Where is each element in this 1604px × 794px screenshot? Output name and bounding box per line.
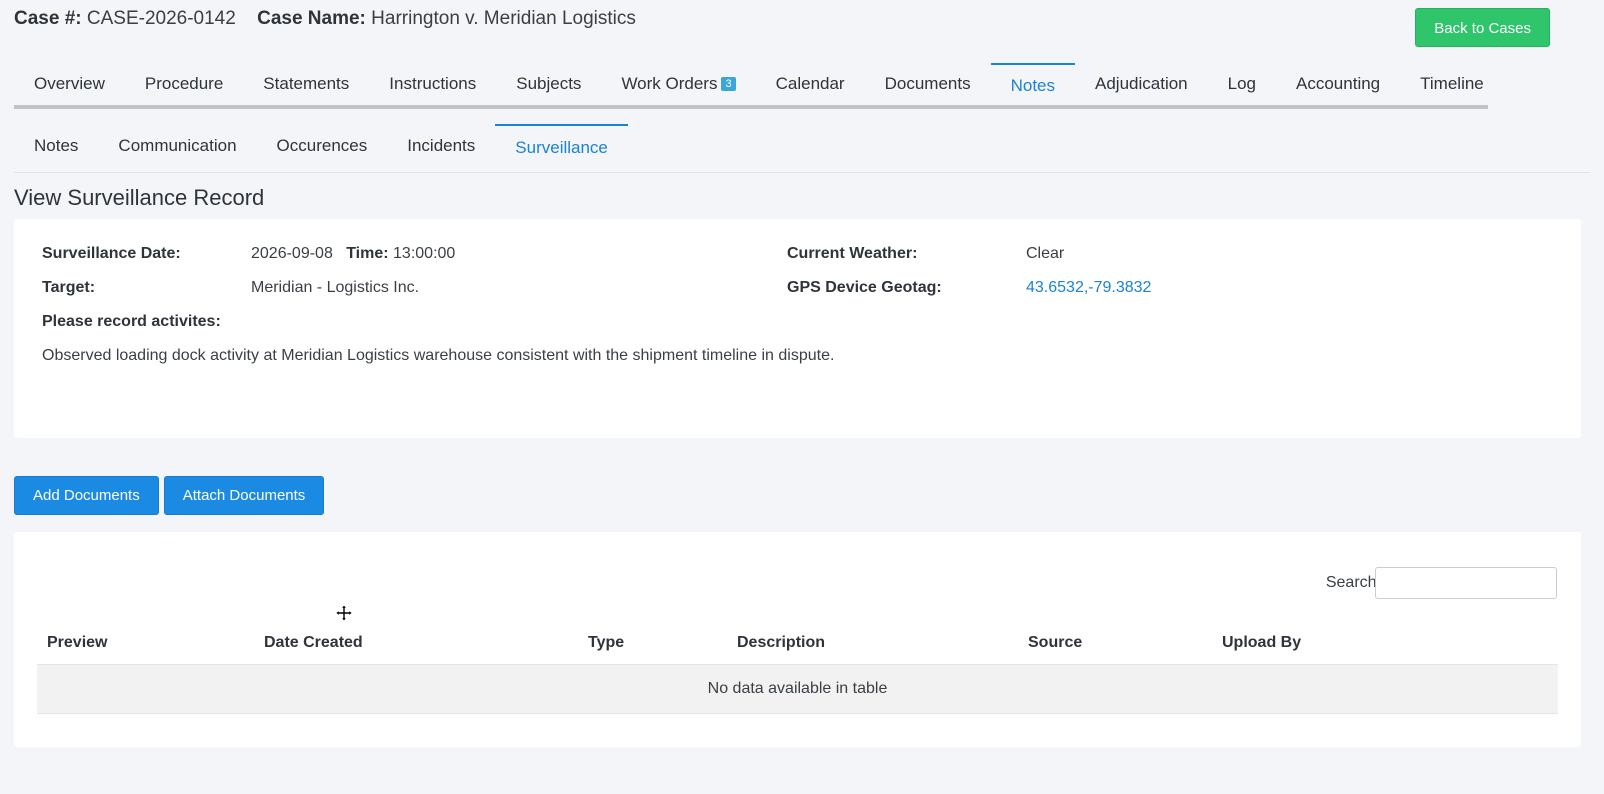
documents-table-card: Search: Preview Date Created Type Descri… bbox=[14, 532, 1581, 747]
tab-label: Procedure bbox=[144, 74, 224, 93]
subtab-surveillance[interactable]: Surveillance bbox=[495, 124, 628, 172]
surveillance-date-label: Surveillance Date: bbox=[42, 245, 181, 262]
add-documents-button[interactable]: Add Documents bbox=[14, 476, 159, 515]
target-value: Meridian - Logistics Inc. bbox=[251, 279, 420, 296]
weather-label: Current Weather: bbox=[787, 245, 918, 262]
tab-work-orders[interactable]: Work Orders 3 bbox=[601, 63, 755, 105]
column-source[interactable]: Source bbox=[1028, 622, 1082, 664]
tab-label: Timeline bbox=[1420, 74, 1484, 93]
activities-label: Please record activites: bbox=[42, 313, 221, 330]
column-upload-by[interactable]: Upload By bbox=[1222, 622, 1301, 664]
surveillance-record-card: Surveillance Date: 2026-09-08 Time: 13:0… bbox=[14, 219, 1581, 438]
tab-label: Notes bbox=[1010, 76, 1056, 95]
column-description[interactable]: Description bbox=[737, 622, 825, 664]
time-label: Time: bbox=[346, 245, 389, 262]
column-type[interactable]: Type bbox=[588, 622, 624, 664]
tab-label: Work Orders bbox=[621, 74, 718, 93]
gps-label: GPS Device Geotag: bbox=[787, 279, 942, 296]
gps-geotag-link[interactable]: 43.6532,-79.3832 bbox=[1026, 278, 1151, 298]
move-cursor-icon bbox=[336, 605, 352, 621]
tab-accounting[interactable]: Accounting bbox=[1276, 63, 1400, 105]
page-title: View Surveillance Record bbox=[14, 185, 265, 210]
back-to-cases-button[interactable]: Back to Cases bbox=[1415, 8, 1550, 47]
table-empty-row: No data available in table bbox=[37, 664, 1558, 714]
attach-documents-button[interactable]: Attach Documents bbox=[163, 476, 325, 515]
case-tabs: Overview Procedure Statements Instructio… bbox=[14, 63, 1488, 109]
column-preview[interactable]: Preview bbox=[47, 622, 107, 664]
subtab-notes[interactable]: Notes bbox=[14, 124, 98, 172]
notes-subtabs: Notes Communication Occurences Incidents… bbox=[14, 124, 1590, 173]
tab-calendar[interactable]: Calendar bbox=[756, 63, 865, 105]
tab-label: Adjudication bbox=[1095, 74, 1188, 93]
subtab-incidents[interactable]: Incidents bbox=[387, 124, 495, 172]
search-label: Search: bbox=[1325, 574, 1381, 591]
case-info: Case #: CASE-2026-0142 Case Name: Harrin… bbox=[14, 8, 636, 30]
case-name-label: Case Name: bbox=[257, 8, 366, 29]
date-value: 2026-09-08 bbox=[251, 245, 333, 262]
tab-instructions[interactable]: Instructions bbox=[369, 63, 496, 105]
tab-log[interactable]: Log bbox=[1208, 63, 1276, 105]
case-name: Harrington v. Meridian Logistics bbox=[371, 8, 636, 29]
tab-label: Calendar bbox=[775, 74, 845, 93]
tab-statements[interactable]: Statements bbox=[243, 63, 369, 105]
table-header: Preview Date Created Type Description So… bbox=[37, 622, 1558, 664]
case-number-label: Case #: bbox=[14, 8, 82, 29]
tab-adjudication[interactable]: Adjudication bbox=[1075, 63, 1208, 105]
search-input[interactable] bbox=[1375, 567, 1557, 599]
time-value: 13:00:00 bbox=[393, 245, 456, 262]
activities-text: Observed loading dock activity at Meridi… bbox=[42, 347, 835, 364]
tab-label: Accounting bbox=[1296, 74, 1381, 93]
tab-subjects[interactable]: Subjects bbox=[496, 63, 601, 105]
tab-label: Statements bbox=[263, 74, 350, 93]
weather-value: Clear bbox=[1026, 245, 1065, 262]
tab-label: Subjects bbox=[516, 74, 582, 93]
tab-label: Overview bbox=[34, 74, 105, 93]
tab-overview[interactable]: Overview bbox=[14, 63, 125, 105]
subtab-communication[interactable]: Communication bbox=[98, 124, 256, 172]
tab-timeline[interactable]: Timeline bbox=[1400, 63, 1504, 105]
tab-documents[interactable]: Documents bbox=[865, 63, 991, 105]
column-date-created[interactable]: Date Created bbox=[264, 622, 363, 664]
tab-label: Instructions bbox=[389, 74, 477, 93]
case-header: Case #: CASE-2026-0142 Case Name: Harrin… bbox=[14, 8, 1590, 52]
target-label: Target: bbox=[42, 279, 96, 296]
work-orders-count-badge: 3 bbox=[721, 77, 736, 91]
tab-notes[interactable]: Notes bbox=[990, 63, 1076, 105]
subtab-occurences[interactable]: Occurences bbox=[257, 124, 388, 172]
tab-label: Documents bbox=[884, 74, 971, 93]
tab-procedure[interactable]: Procedure bbox=[125, 63, 243, 105]
surveillance-date-value: 2026-09-08 Time: 13:00:00 bbox=[251, 244, 455, 264]
case-number: CASE-2026-0142 bbox=[86, 8, 236, 29]
tab-label: Log bbox=[1227, 74, 1257, 93]
document-actions: Add Documents Attach Documents bbox=[14, 476, 325, 515]
